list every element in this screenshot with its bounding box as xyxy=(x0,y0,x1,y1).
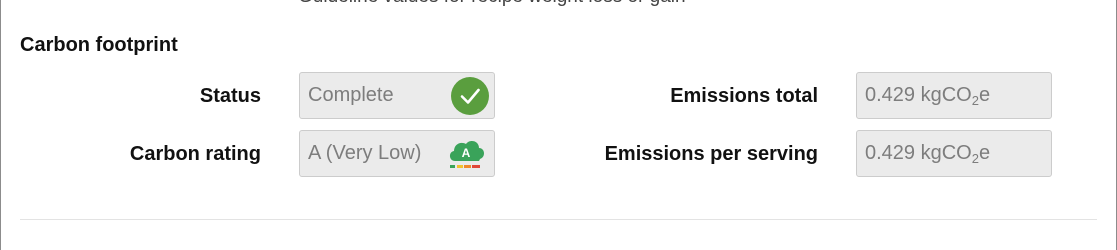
status-label: Status xyxy=(199,85,261,107)
carbon-rating-cloud-icon: A xyxy=(449,140,485,168)
carbon-rating-value: A (Very Low) xyxy=(308,142,422,164)
emissions-total-label: Emissions total xyxy=(670,85,818,107)
carbon-rating-field: A (Very Low) A xyxy=(299,130,495,177)
emissions-total-subscript: 2 xyxy=(971,93,979,108)
emissions-per-serving-field: 0.429 kgCO2e xyxy=(856,130,1052,177)
emissions-per-serving-number: 0.429 kgCO xyxy=(865,142,972,164)
emissions-total-field: 0.429 kgCO2e xyxy=(856,72,1052,119)
rating-badge-letter: A xyxy=(462,146,471,160)
emissions-per-serving-label: Emissions per serving xyxy=(604,143,818,165)
emissions-per-serving-suffix: e xyxy=(978,142,991,164)
section-title: Carbon footprint xyxy=(20,34,178,56)
carbon-footprint-panel: Guideline values for recipe weight loss … xyxy=(0,0,1117,250)
carbon-rating-label: Carbon rating xyxy=(129,143,261,165)
status-value: Complete xyxy=(308,84,394,106)
section-caption: Guideline values for recipe weight loss … xyxy=(298,0,686,8)
emissions-per-serving-subscript: 2 xyxy=(971,151,979,166)
emissions-total-suffix: e xyxy=(978,84,991,106)
status-field: Complete xyxy=(299,72,495,119)
emissions-total-number: 0.429 kgCO xyxy=(865,84,972,106)
check-circle-icon xyxy=(451,77,489,115)
section-divider xyxy=(20,219,1097,220)
